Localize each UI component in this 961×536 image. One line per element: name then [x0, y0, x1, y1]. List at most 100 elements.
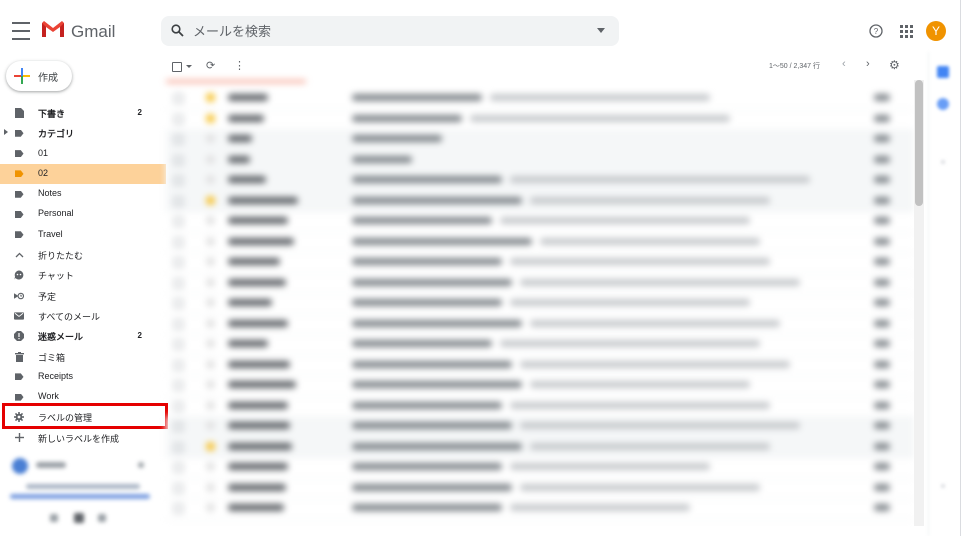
- sidebar-item-scheduled[interactable]: 予定: [0, 286, 166, 306]
- star-icon[interactable]: [206, 154, 215, 164]
- gmail-logo-icon[interactable]: [40, 19, 66, 44]
- sidebar-item-manage-labels[interactable]: ラベルの管理: [0, 407, 166, 427]
- search-box[interactable]: [161, 16, 619, 46]
- sidebar-item-01[interactable]: 01: [0, 144, 166, 164]
- row-checkbox[interactable]: [174, 114, 183, 124]
- row-checkbox[interactable]: [174, 196, 183, 206]
- table-row[interactable]: [166, 190, 914, 212]
- star-icon[interactable]: [206, 380, 215, 389]
- row-checkbox[interactable]: [174, 483, 183, 493]
- row-checkbox[interactable]: [174, 217, 183, 226]
- row-checkbox[interactable]: [174, 319, 183, 329]
- table-row[interactable]: [166, 375, 914, 397]
- table-row[interactable]: [166, 273, 914, 294]
- row-checkbox[interactable]: [174, 381, 183, 390]
- star-icon[interactable]: [206, 482, 215, 492]
- table-row[interactable]: [166, 109, 914, 130]
- expand-arrow-icon[interactable]: [4, 129, 8, 136]
- sidebar-item-notes[interactable]: Notes: [0, 184, 166, 204]
- table-row[interactable]: [166, 416, 914, 438]
- row-checkbox[interactable]: [174, 155, 183, 165]
- row-checkbox[interactable]: [174, 278, 183, 288]
- table-row[interactable]: [166, 211, 914, 233]
- table-row[interactable]: [166, 498, 914, 520]
- star-icon[interactable]: [206, 113, 215, 123]
- tasks-icon[interactable]: [941, 160, 945, 164]
- row-checkbox[interactable]: [174, 176, 183, 185]
- prev-page-icon[interactable]: ‹: [842, 58, 846, 70]
- star-icon[interactable]: [206, 359, 215, 369]
- row-checkbox[interactable]: [174, 258, 183, 267]
- table-row[interactable]: [166, 334, 914, 356]
- sidebar-item-receipts[interactable]: Receipts: [0, 367, 166, 387]
- row-checkbox[interactable]: [174, 237, 183, 247]
- star-icon[interactable]: [206, 257, 215, 266]
- search-icon[interactable]: [171, 24, 184, 37]
- star-icon[interactable]: [206, 277, 215, 287]
- star-icon[interactable]: [206, 216, 215, 225]
- keep-icon[interactable]: [937, 98, 949, 110]
- sidebar-item-all-mail[interactable]: すべてのメール: [0, 306, 166, 326]
- star-icon[interactable]: [206, 298, 215, 307]
- sidebar-item-trash[interactable]: ゴミ箱: [0, 347, 166, 367]
- sidebar-item-chat[interactable]: チャット: [0, 265, 166, 285]
- star-icon[interactable]: [206, 195, 215, 205]
- star-icon[interactable]: [206, 421, 215, 430]
- row-checkbox[interactable]: [174, 360, 183, 370]
- row-checkbox[interactable]: [174, 340, 183, 349]
- apps-grid-icon[interactable]: [900, 25, 913, 38]
- row-checkbox[interactable]: [174, 442, 183, 452]
- row-checkbox[interactable]: [174, 422, 183, 431]
- table-row[interactable]: [166, 436, 914, 458]
- table-row[interactable]: [166, 252, 914, 274]
- star-icon[interactable]: [206, 441, 215, 451]
- table-row[interactable]: [166, 129, 914, 151]
- sidebar-item-travel[interactable]: Travel: [0, 225, 166, 245]
- compose-button[interactable]: 作成: [6, 61, 72, 91]
- sidebar-item-create-label[interactable]: 新しいラベルを作成: [0, 428, 166, 448]
- row-checkbox[interactable]: [174, 135, 183, 144]
- row-checkbox[interactable]: [174, 463, 183, 472]
- avatar[interactable]: Y: [926, 21, 946, 41]
- search-options-icon[interactable]: [597, 28, 605, 33]
- star-icon[interactable]: [206, 503, 215, 512]
- table-row[interactable]: [166, 478, 914, 499]
- sidebar-item-work[interactable]: Work: [0, 387, 166, 407]
- search-input[interactable]: [193, 16, 573, 46]
- select-all-checkbox[interactable]: [172, 62, 182, 72]
- next-page-icon[interactable]: ›: [866, 58, 870, 70]
- sidebar-item-categories[interactable]: カテゴリ: [0, 123, 166, 143]
- table-row[interactable]: [166, 232, 914, 253]
- star-icon[interactable]: [206, 175, 215, 184]
- main-menu-icon[interactable]: [12, 22, 30, 40]
- row-checkbox[interactable]: [174, 401, 183, 411]
- sidebar-item-collapse[interactable]: 折りたたむ: [0, 245, 166, 265]
- table-row[interactable]: [166, 170, 914, 192]
- row-checkbox[interactable]: [174, 94, 183, 103]
- table-row[interactable]: [166, 149, 914, 171]
- row-checkbox[interactable]: [174, 504, 183, 513]
- table-row[interactable]: [166, 314, 914, 335]
- row-checkbox[interactable]: [174, 299, 183, 308]
- table-row[interactable]: [166, 355, 914, 376]
- help-icon[interactable]: ?: [869, 24, 883, 38]
- refresh-icon[interactable]: ⟳: [206, 59, 215, 72]
- sidebar-item-drafts[interactable]: 下書き 2: [0, 103, 166, 123]
- select-options-icon[interactable]: [186, 65, 192, 68]
- sidebar-item-02[interactable]: 02: [0, 163, 166, 185]
- expand-panel-icon[interactable]: [941, 484, 945, 488]
- star-icon[interactable]: [206, 93, 215, 102]
- star-icon[interactable]: [206, 134, 215, 143]
- star-icon[interactable]: [206, 400, 215, 410]
- sidebar-item-spam[interactable]: 迷惑メール 2: [0, 326, 166, 346]
- scrollbar-thumb[interactable]: [915, 80, 923, 206]
- table-row[interactable]: [166, 293, 914, 315]
- settings-gear-icon[interactable]: ⚙: [889, 58, 900, 72]
- table-row[interactable]: [166, 88, 914, 110]
- star-icon[interactable]: [206, 339, 215, 348]
- more-options-icon[interactable]: ⋮: [234, 59, 245, 72]
- calendar-icon[interactable]: [937, 66, 949, 78]
- table-row[interactable]: [166, 396, 914, 417]
- star-icon[interactable]: [206, 236, 215, 246]
- sidebar-item-personal[interactable]: Personal: [0, 204, 166, 224]
